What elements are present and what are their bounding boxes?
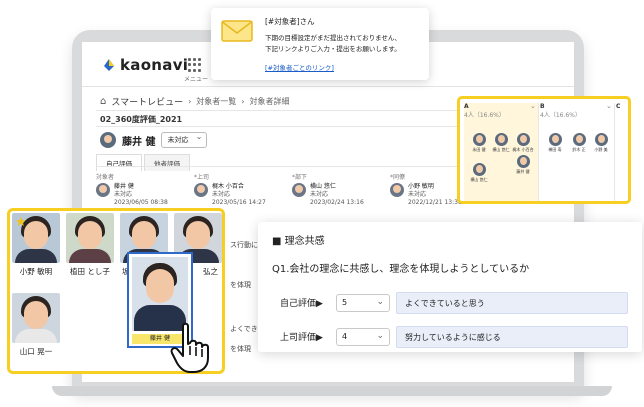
category-heading: ■ 理念共感	[272, 236, 325, 247]
boss-score-select[interactable]: 4 ⌄	[336, 328, 390, 346]
self-eval-label: 自己評価▶	[280, 299, 323, 309]
avatar	[292, 183, 306, 197]
evaluator-boss[interactable]: *上司 梶木 小百合 未対応 2023/05/16 14:27	[194, 172, 292, 207]
tab-other-eval[interactable]: 他者評価	[144, 154, 190, 171]
status-select[interactable]: 未対応	[161, 132, 208, 148]
star-icon: ★	[15, 215, 27, 230]
chevron-down-icon: ⌄	[376, 297, 384, 307]
self-comment-field[interactable]: よくできていると思う	[396, 292, 628, 314]
boss-comment-field[interactable]: 努力しているように感じる	[396, 326, 628, 348]
chevron-down-icon[interactable]: ⌄	[606, 102, 612, 110]
subject-name: 藤井 健	[122, 136, 156, 148]
photo-card[interactable]: 小野 敏明 ★	[12, 213, 60, 277]
evaluator-subject[interactable]: 対象者 藤井 健未対応 2023/06/05 08:38	[96, 172, 194, 207]
person-chip[interactable]: 藤井 健	[508, 155, 538, 175]
notification-message: 下期の目標設定がまだ提出されておりません、	[265, 34, 401, 42]
notification-message: 下記リンクよりご入力・提出をお願いします。	[265, 45, 401, 53]
avatar	[96, 183, 110, 197]
tab-bar: 自己評価 他者評価	[96, 154, 190, 171]
avatar	[194, 183, 208, 197]
hand-pointer-icon	[170, 322, 209, 373]
menu-label: メニュー	[184, 76, 209, 83]
group-board: A 4人（16.6%） B 4人（16.6%） C ⌄ ⌄ 永田 健 横山 悠仁…	[457, 96, 631, 204]
review-icon: ⌂	[100, 95, 107, 107]
avatar	[100, 132, 116, 148]
subject-link[interactable]: [#対象者ごとのリンク]	[265, 62, 334, 72]
column-header: A	[464, 103, 469, 110]
breadcrumb-item-list[interactable]: 対象者一覧	[196, 96, 236, 107]
evaluator-subordinate[interactable]: *部下 横山 悠仁 未対応 2023/02/24 13:16	[292, 172, 390, 207]
notification-title: [#対象者]さん	[265, 17, 315, 26]
person-chip[interactable]: 横山 悠仁	[464, 163, 494, 183]
column-header: B	[540, 103, 545, 110]
chevron-down-icon: ⌄	[376, 331, 384, 341]
sheet-title: 02_360度評価_2021	[100, 115, 183, 124]
notification-card: [#対象者]さん 下期の目標設定がまだ提出されておりません、 下記リンクよりご入…	[211, 8, 429, 80]
brand-logo-text: kaonavi	[120, 56, 189, 74]
column-count: 4人（16.6%）	[540, 112, 581, 119]
laptop-base	[52, 386, 612, 396]
question-text: Q1.会社の理念に共感し、理念を体現しようとしているか	[272, 264, 530, 275]
evaluation-card: ■ 理念共感 Q1.会社の理念に共感し、理念を体現しようとしているか 自己評価▶…	[258, 222, 642, 352]
group-column-c[interactable]: C	[616, 103, 628, 201]
kaonavi-logo-icon	[104, 59, 114, 71]
bg-hint: ス行動に	[230, 241, 258, 249]
photo-card[interactable]: 植田 とし子	[66, 213, 114, 277]
breadcrumb: ⌂ スマートレビュー › 対象者一覧 › 対象者詳細	[100, 95, 290, 108]
column-count: 4人（16.6%）	[464, 112, 505, 119]
person-chip[interactable]: 小野 美	[586, 133, 616, 153]
breadcrumb-item-detail: 対象者詳細	[249, 96, 290, 106]
mail-icon	[221, 20, 253, 42]
subject-header: 藤井 健 未対応	[100, 132, 208, 148]
self-score-select[interactable]: 5 ⌄	[336, 294, 390, 312]
bg-hint: を体現	[230, 345, 251, 353]
chevron-down-icon[interactable]: ⌄	[530, 102, 536, 110]
person-chip[interactable]: 梶木 小百合	[508, 133, 538, 153]
breadcrumb-item-review[interactable]: スマートレビュー	[111, 95, 183, 108]
menu-grid-icon[interactable]	[188, 58, 202, 72]
avatar	[390, 183, 404, 197]
tab-self-eval[interactable]: 自己評価	[96, 154, 142, 171]
photo-card[interactable]: 山口 晃一	[12, 293, 60, 357]
column-header: C	[616, 103, 621, 110]
bg-hint: を体現	[230, 281, 251, 289]
boss-eval-label: 上司評価▶	[280, 333, 323, 343]
